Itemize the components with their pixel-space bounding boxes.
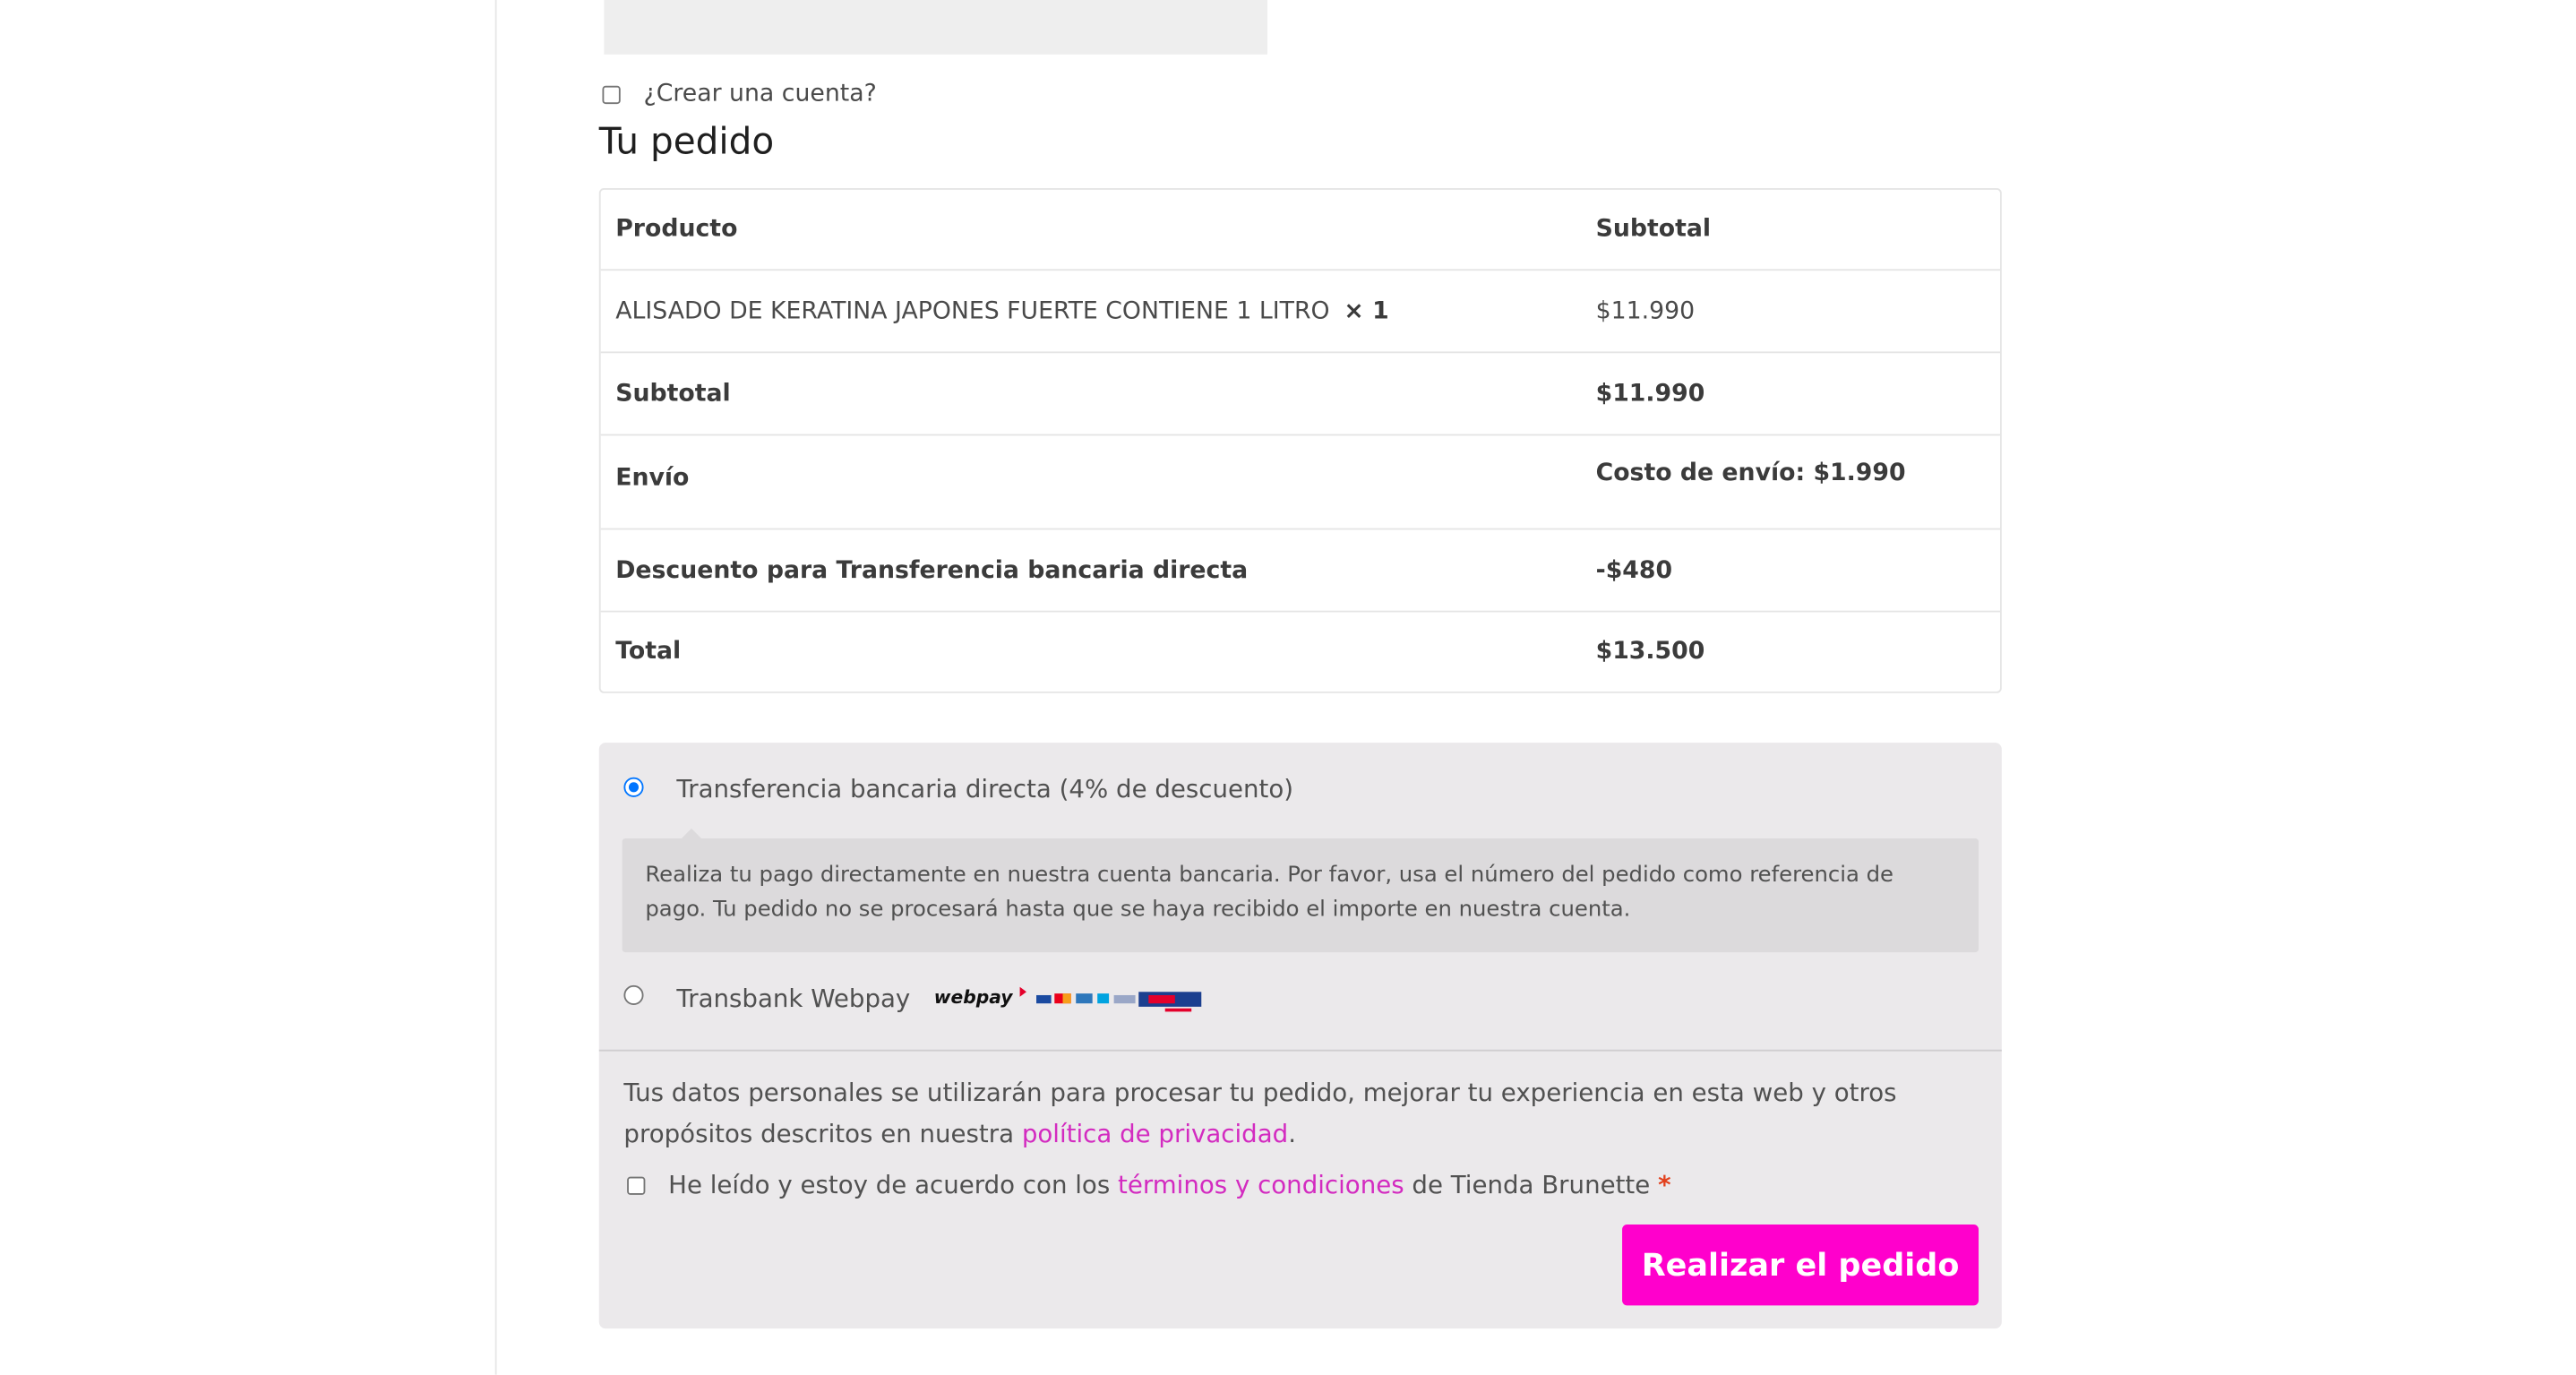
webpay-logo-text: webpay (934, 986, 1013, 1008)
webpay-label[interactable]: Transbank Webpay (676, 984, 910, 1013)
product-name: ALISADO DE KERATINA JAPONES FUERTE CONTI… (615, 297, 1330, 325)
table-row: ALISADO DE KERATINA JAPONES FUERTE CONTI… (600, 269, 2000, 351)
payment-divider (598, 1049, 2002, 1052)
terms-prefix: He leído y estoy de acuerdo con los (668, 1170, 1119, 1200)
order-review-table: Producto Subtotal ALISADO DE KERATINA JA… (598, 188, 2002, 693)
terms-suffix: de Tienda Brunette (1404, 1170, 1659, 1200)
subtotal-label: Subtotal (615, 380, 731, 408)
create-account-checkbox[interactable] (602, 84, 621, 104)
required-asterisk: * (1658, 1170, 1671, 1200)
terms-link[interactable]: términos y condiciones (1118, 1170, 1404, 1199)
payment-section: Transferencia bancaria directa (4% de de… (598, 743, 2002, 1329)
total-row: Total $13.500 (600, 610, 2000, 692)
product-quantity: × 1 (1344, 297, 1389, 325)
bank-transfer-radio[interactable] (623, 777, 644, 797)
privacy-policy-link[interactable]: política de privacidad (1022, 1119, 1288, 1148)
terms-checkbox[interactable] (627, 1175, 646, 1194)
product-column-header: Producto (615, 216, 738, 243)
total-value: $13.500 (1595, 639, 1705, 666)
privacy-notice: Tus datos personales se utilizarán para … (623, 1073, 1944, 1156)
webpay-logo-icon: webpay (934, 986, 1202, 1012)
bank-transfer-description: Realiza tu pago directamente en nuestra … (622, 828, 1979, 953)
table-header-row: Producto Subtotal (601, 190, 2000, 269)
total-label: Total (615, 639, 682, 666)
order-title: Tu pedido (598, 122, 775, 164)
shipping-row: Envío Costo de envío: $1.990 (600, 434, 2000, 529)
bank-transfer-label[interactable]: Transferencia bancaria directa (4% de de… (676, 774, 1293, 804)
discount-value: -$480 (1595, 556, 1673, 584)
discount-row: Descuento para Transferencia bancaria di… (600, 528, 2000, 611)
shipping-label: Envío (615, 465, 690, 493)
subtotal-column-header: Subtotal (1595, 216, 1712, 243)
create-account-label: ¿Crear una cuenta? (643, 81, 877, 107)
privacy-end: . (1288, 1119, 1297, 1149)
product-cell: ALISADO DE KERATINA JAPONES FUERTE CONTI… (601, 298, 1596, 324)
subtotal-row: Subtotal $11.990 (600, 351, 2000, 434)
webpay-radio[interactable] (623, 984, 644, 1006)
address-input[interactable] (604, 0, 1267, 55)
product-price: $11.990 (1595, 297, 1696, 325)
create-account-option[interactable]: ¿Crear una cuenta? (602, 78, 877, 111)
subtotal-value: $11.990 (1595, 380, 1705, 408)
shipping-value: Costo de envío: $1.990 (1595, 460, 1906, 487)
place-order-button[interactable]: Realizar el pedido (1622, 1225, 1979, 1306)
terms-agreement[interactable]: He leído y estoy de acuerdo con los térm… (627, 1170, 1671, 1200)
content-divider (494, 0, 497, 1375)
discount-label: Descuento para Transferencia bancaria di… (615, 556, 1249, 584)
